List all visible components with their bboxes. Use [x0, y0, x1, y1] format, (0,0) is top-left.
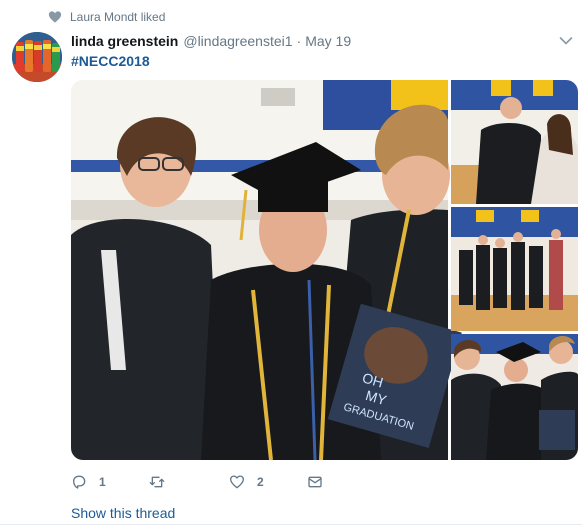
thumb-photo-1[interactable] — [451, 80, 578, 204]
reply-icon — [73, 475, 86, 489]
reply-count: 1 — [99, 475, 106, 489]
media-grid: OH MY GRADUATION — [71, 80, 578, 460]
chevron-down-icon[interactable] — [559, 36, 573, 46]
hashtag-link[interactable]: #NECC2018 — [71, 53, 150, 69]
tweet-header: linda greenstein @lindagreenstei1 · May … — [71, 33, 351, 49]
tweet-actions: 1 2 — [71, 472, 323, 492]
heart-outline-icon — [230, 475, 244, 489]
thumb-photo-2[interactable] — [451, 207, 578, 331]
social-context: Laura Mondt liked — [48, 9, 165, 25]
avatar[interactable] — [12, 32, 62, 82]
envelope-icon — [308, 476, 322, 488]
tweet-timestamp[interactable]: May 19 — [305, 33, 351, 49]
like-button[interactable]: 2 — [229, 472, 307, 492]
direct-message-button[interactable] — [307, 472, 323, 492]
heart-icon — [48, 11, 62, 23]
retweet-button[interactable] — [149, 472, 229, 492]
author-handle[interactable]: @lindagreenstei1 — [183, 33, 292, 49]
main-photo[interactable]: OH MY GRADUATION — [71, 80, 462, 460]
author-fullname[interactable]: linda greenstein — [71, 33, 178, 49]
show-thread-link[interactable]: Show this thread — [71, 505, 175, 521]
like-count: 2 — [257, 475, 264, 489]
retweet-icon — [149, 476, 165, 488]
reply-button[interactable]: 1 — [71, 472, 149, 492]
social-context-text[interactable]: Laura Mondt liked — [70, 10, 165, 24]
thumb-photo-3[interactable] — [451, 334, 578, 460]
header-separator: · — [296, 33, 302, 49]
tweet-card[interactable]: Laura Mondt liked linda greenstein @lind… — [0, 0, 582, 525]
